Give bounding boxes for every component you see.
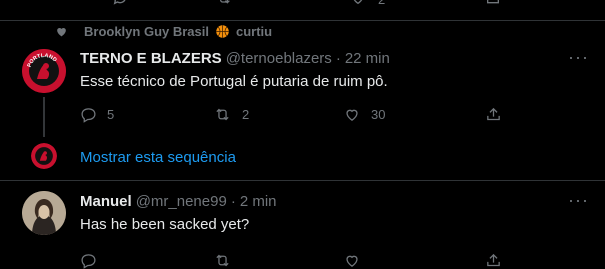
portland-logo-small-icon: [31, 143, 57, 169]
timestamp[interactable]: 2 min: [240, 193, 277, 210]
tweet1-header: TERNO E BLAZERS @ternoeblazers · 22 min: [80, 50, 390, 67]
portland-logo-icon: PORTLAND: [22, 49, 66, 93]
like-button[interactable]: 30: [343, 106, 385, 123]
top-divider: [0, 20, 605, 21]
top-like-count: 2: [378, 0, 385, 7]
display-name[interactable]: TERNO E BLAZERS: [80, 50, 222, 67]
tweet2-share-icon[interactable]: [485, 252, 502, 269]
tweet2-text: Has he been sacked yet?: [80, 216, 250, 233]
handle[interactable]: @mr_nene99: [136, 193, 227, 210]
social-context-user[interactable]: Brooklyn Guy Brasil: [84, 24, 209, 39]
like-count: 30: [371, 107, 386, 122]
social-context[interactable]: Brooklyn Guy Brasil curtiu: [55, 24, 272, 39]
thread-avatar[interactable]: [31, 143, 57, 169]
avatar-ternoeblazers[interactable]: PORTLAND: [22, 49, 66, 93]
tweet2-retweet-icon[interactable]: [213, 252, 232, 269]
social-context-action: curtiu: [235, 24, 273, 39]
like-icon: [343, 106, 361, 123]
show-thread-link[interactable]: Mostrar esta sequência: [80, 149, 236, 166]
reply-count: 5: [107, 107, 115, 122]
retweet-button[interactable]: 2: [213, 106, 249, 123]
separator: ·: [335, 50, 341, 67]
top-retweet-icon[interactable]: [215, 0, 233, 6]
more-icon[interactable]: ···: [568, 48, 589, 66]
top-reply-icon[interactable]: [112, 0, 128, 6]
reply-button[interactable]: 5: [80, 106, 114, 123]
portrait-icon: [22, 191, 66, 235]
basketball-icon: [215, 24, 230, 39]
tweet1-text: Esse técnico de Portugal é putaria de ru…: [80, 73, 388, 90]
top-share-icon[interactable]: [485, 0, 501, 6]
thread-line: [43, 97, 45, 137]
tweet2-header: Manuel @mr_nene99 · 2 min: [80, 193, 277, 210]
avatar-mr-nene99[interactable]: [22, 191, 66, 235]
timestamp[interactable]: 22 min: [345, 50, 390, 67]
share-button[interactable]: [485, 106, 502, 123]
top-like-icon[interactable]: [350, 0, 366, 6]
retweet-count: 2: [242, 107, 250, 122]
handle[interactable]: @ternoeblazers: [226, 50, 332, 67]
separator: ·: [230, 193, 236, 210]
retweet-icon: [213, 106, 232, 123]
tweet2-like-icon[interactable]: [343, 252, 361, 269]
heart-icon: [55, 25, 68, 38]
reply-icon: [80, 106, 97, 123]
display-name[interactable]: Manuel: [80, 193, 132, 210]
middle-divider: [0, 180, 605, 181]
tweet2-reply-icon[interactable]: [80, 252, 97, 269]
share-icon: [485, 106, 502, 123]
more-icon[interactable]: ···: [568, 191, 589, 209]
